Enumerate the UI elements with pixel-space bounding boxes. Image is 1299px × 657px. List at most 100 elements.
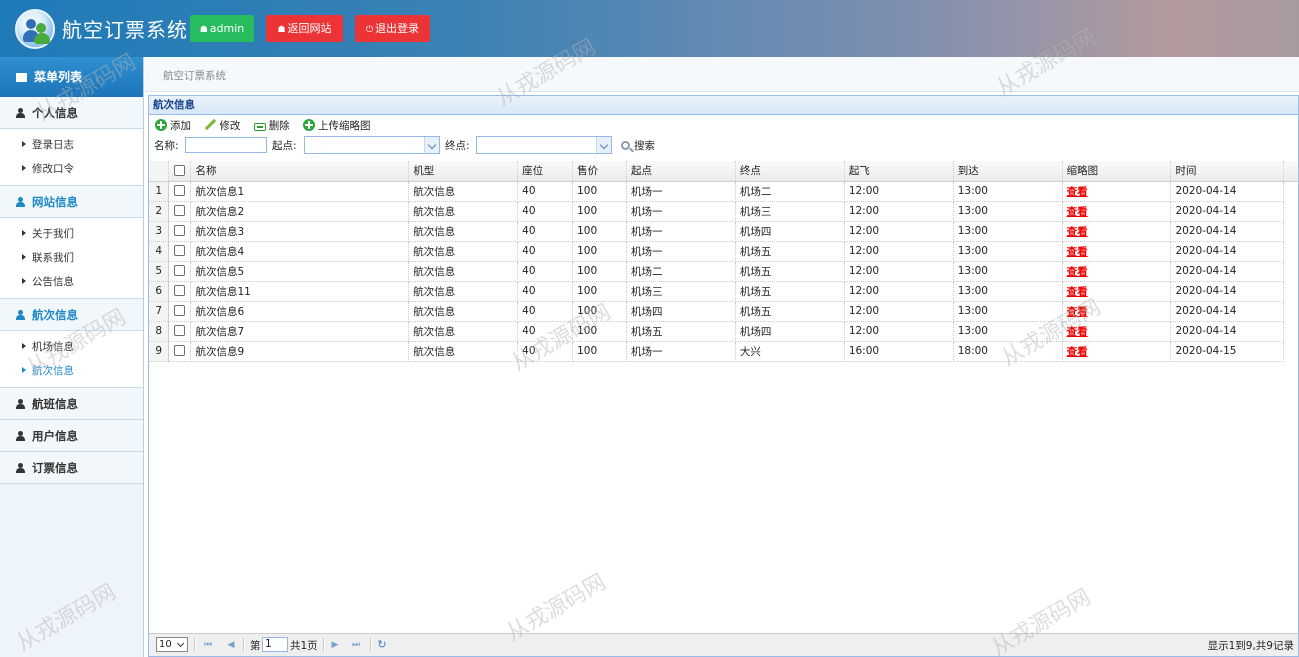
- return-site-button[interactable]: ☗ 返回网站: [266, 15, 343, 42]
- add-button[interactable]: 添加: [155, 118, 191, 133]
- cell-arr: 13:00: [953, 281, 1063, 302]
- table-row[interactable]: 2 航次信息2 航次信息 40 100 机场一 机场三 12:00 13:00 查看 2020-04…: [149, 201, 1298, 222]
- view-thumbnail-link[interactable]: 查看: [1067, 266, 1088, 278]
- cell-model: 航次信息: [408, 201, 519, 222]
- cell-seats: 40: [517, 201, 574, 222]
- rownum-header: [149, 161, 170, 182]
- name-search-input[interactable]: [185, 137, 267, 153]
- sidebar-group-booking[interactable]: 订票信息: [0, 452, 143, 484]
- search-label: 搜索: [634, 140, 655, 152]
- table-row[interactable]: 5 航次信息5 航次信息 40 100 机场二 机场五 12:00 13:00 查看 2020-04…: [149, 261, 1298, 282]
- delete-button[interactable]: 删除: [253, 118, 290, 133]
- sidebar-group-site[interactable]: 网站信息: [0, 186, 143, 218]
- sidebar-item-login-log[interactable]: 登录日志: [0, 133, 143, 157]
- cell-from: 机场一: [626, 341, 736, 362]
- group-label: 网站信息: [32, 195, 78, 209]
- column-header[interactable]: 终点: [735, 161, 845, 182]
- page-prefix: 第: [250, 640, 261, 652]
- row-checkbox[interactable]: [168, 221, 192, 242]
- row-checkbox[interactable]: [168, 201, 192, 222]
- view-thumbnail-link[interactable]: 查看: [1067, 226, 1088, 238]
- view-thumbnail-link[interactable]: 查看: [1067, 326, 1088, 338]
- list-icon: [16, 73, 27, 82]
- from-label: 起点:: [272, 140, 297, 152]
- row-checkbox[interactable]: [168, 181, 192, 202]
- search-icon: [621, 141, 630, 150]
- column-header[interactable]: 座位: [517, 161, 574, 182]
- view-thumbnail-link[interactable]: 查看: [1067, 206, 1088, 218]
- column-header[interactable]: 时间: [1170, 161, 1285, 182]
- row-checkbox[interactable]: [168, 241, 192, 262]
- row-checkbox[interactable]: [168, 281, 192, 302]
- first-page-icon[interactable]: ⏮: [202, 639, 214, 651]
- table-row[interactable]: 1 航次信息1 航次信息 40 100 机场一 机场二 12:00 13:00 查看 2020-04…: [149, 181, 1298, 202]
- column-header[interactable]: 机型: [408, 161, 519, 182]
- row-filler: [1284, 301, 1298, 321]
- sidebar-group-voyage[interactable]: 航次信息: [0, 299, 143, 331]
- table-row[interactable]: 6 航次信息11 航次信息 40 100 机场三 机场五 12:00 13:00 查看 2020-0…: [149, 281, 1298, 302]
- last-page-icon[interactable]: ⏭: [350, 639, 362, 651]
- cell-price: 100: [572, 201, 628, 222]
- caret-right-icon: [22, 165, 26, 171]
- column-header[interactable]: 到达: [953, 161, 1063, 182]
- row-number: 7: [149, 301, 170, 322]
- table-row[interactable]: 7 航次信息6 航次信息 40 100 机场四 机场五 12:00 13:00 查看 2020-04…: [149, 301, 1298, 322]
- next-page-icon[interactable]: ▶: [329, 639, 341, 651]
- table-row[interactable]: 4 航次信息4 航次信息 40 100 机场一 机场五 12:00 13:00 查看 2020-04…: [149, 241, 1298, 262]
- cell-seats: 40: [517, 341, 574, 362]
- refresh-icon[interactable]: ↻: [376, 639, 388, 651]
- row-checkbox[interactable]: [168, 301, 192, 322]
- cell-thumb: 查看: [1062, 221, 1172, 242]
- sidebar-group-user[interactable]: 用户信息: [0, 420, 143, 452]
- table-row[interactable]: 9 航次信息9 航次信息 40 100 机场一 大兴 16:00 18:00 查看 2020-04-…: [149, 341, 1298, 362]
- view-thumbnail-link[interactable]: 查看: [1067, 246, 1088, 258]
- page-total: 共1页: [290, 640, 318, 652]
- sidebar-item-voyage[interactable]: 航次信息: [0, 359, 143, 383]
- sidebar-item-airport[interactable]: 机场信息: [0, 335, 143, 359]
- table-row[interactable]: 3 航次信息3 航次信息 40 100 机场一 机场四 12:00 13:00 查看 2020-04…: [149, 221, 1298, 242]
- user-icon: [16, 197, 25, 207]
- cell-dep: 12:00: [844, 181, 954, 202]
- page-number-input[interactable]: 1: [262, 637, 288, 652]
- row-checkbox[interactable]: [168, 341, 192, 362]
- view-thumbnail-link[interactable]: 查看: [1067, 286, 1088, 298]
- column-header[interactable]: 起飞: [844, 161, 954, 182]
- cell-name: 航次信息6: [190, 301, 410, 322]
- column-header[interactable]: 起点: [626, 161, 736, 182]
- select-all-checkbox[interactable]: [168, 161, 192, 182]
- sidebar-item-about[interactable]: 关于我们: [0, 222, 143, 246]
- header-filler: [1283, 161, 1298, 182]
- row-filler: [1284, 181, 1298, 201]
- sidebar-group-personal[interactable]: 个人信息: [0, 97, 143, 129]
- sidebar-submenu-personal: 登录日志 修改口令: [0, 129, 143, 186]
- view-thumbnail-link[interactable]: 查看: [1067, 306, 1088, 318]
- row-number: 5: [149, 261, 170, 282]
- sidebar-header: 菜单列表: [0, 57, 143, 97]
- page-size-select[interactable]: 10: [156, 637, 188, 652]
- admin-button[interactable]: ☗ admin: [190, 15, 254, 42]
- sidebar-item-notice[interactable]: 公告信息: [0, 270, 143, 294]
- search-button[interactable]: 搜索: [621, 138, 655, 153]
- cell-seats: 40: [517, 261, 574, 282]
- column-header[interactable]: 缩略图: [1062, 161, 1172, 182]
- edit-button[interactable]: 修改: [204, 118, 240, 133]
- sidebar-item-contact[interactable]: 联系我们: [0, 246, 143, 270]
- sidebar-group-flight[interactable]: 航班信息: [0, 388, 143, 420]
- table-row[interactable]: 8 航次信息7 航次信息 40 100 机场五 机场四 12:00 13:00 查看 2020-04…: [149, 321, 1298, 342]
- from-select[interactable]: [304, 136, 440, 154]
- column-header[interactable]: 名称: [190, 161, 410, 182]
- upload-thumbnail-button[interactable]: 上传缩略图: [303, 118, 371, 133]
- logout-button[interactable]: ⏻ 退出登录: [355, 15, 430, 42]
- checkbox-icon: [174, 164, 186, 176]
- pagination-info: 显示1到9,共9记录: [1207, 640, 1294, 652]
- view-thumbnail-link[interactable]: 查看: [1067, 186, 1088, 198]
- view-thumbnail-link[interactable]: 查看: [1067, 346, 1088, 358]
- column-header[interactable]: 售价: [572, 161, 628, 182]
- row-number: 4: [149, 241, 170, 262]
- row-checkbox[interactable]: [168, 261, 192, 282]
- prev-page-icon[interactable]: ◀: [225, 639, 237, 651]
- row-checkbox[interactable]: [168, 321, 192, 342]
- to-select[interactable]: [476, 136, 612, 154]
- cell-to: 机场五: [735, 261, 845, 282]
- sidebar-item-change-password[interactable]: 修改口令: [0, 157, 143, 181]
